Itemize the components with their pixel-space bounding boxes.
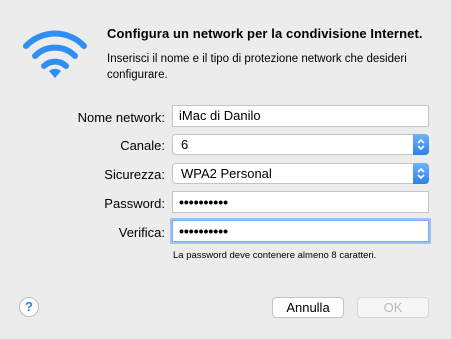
password-input[interactable]: ••••••••••: [172, 191, 429, 213]
channel-select[interactable]: 6: [172, 134, 429, 155]
dialog-subtitle: Inserisci il nome e il tipo di protezion…: [107, 53, 407, 81]
dialog-title: Configura un network per la condivisione…: [107, 26, 423, 41]
network-name-input[interactable]: iMac di Danilo: [172, 105, 429, 127]
security-value: WPA2 Personal: [181, 166, 272, 181]
security-select[interactable]: WPA2 Personal: [172, 163, 429, 184]
security-label: Sicurezza:: [104, 167, 165, 182]
verify-label: Verifica:: [118, 225, 165, 240]
network-name-label: Nome network:: [77, 110, 165, 125]
password-hint: La password deve contenere almeno 8 cara…: [173, 250, 377, 261]
channel-value: 6: [181, 137, 189, 152]
dialog: Configura un network per la condivisione…: [0, 0, 451, 339]
password-label: Password:: [104, 196, 165, 211]
help-icon[interactable]: ?: [19, 297, 39, 317]
wifi-icon: [22, 24, 88, 80]
up-down-arrows-icon: [413, 163, 429, 184]
ok-button[interactable]: OK: [357, 297, 429, 318]
up-down-arrows-icon: [413, 134, 429, 155]
cancel-button[interactable]: Annulla: [272, 297, 344, 318]
channel-label: Canale:: [120, 138, 165, 153]
verify-input[interactable]: ••••••••••: [172, 220, 429, 242]
